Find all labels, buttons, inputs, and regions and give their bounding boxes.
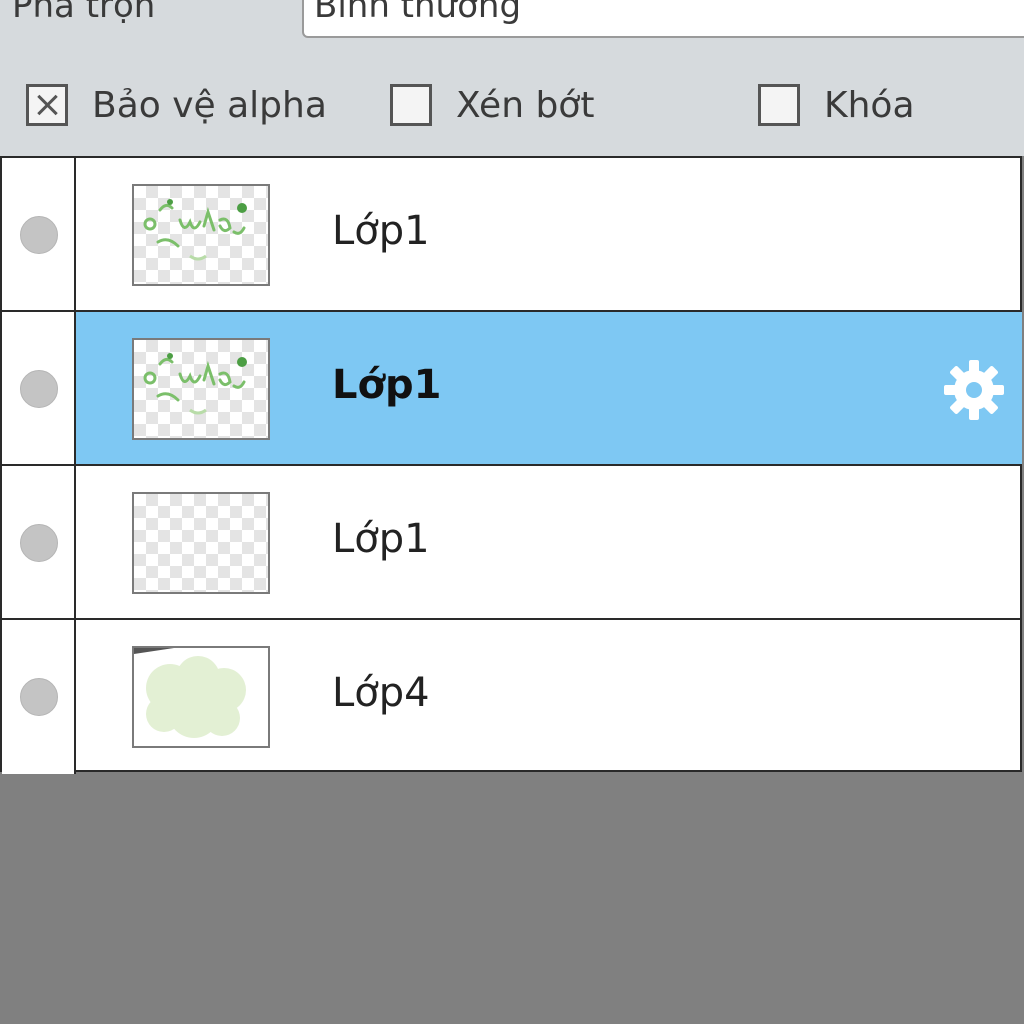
- light-green-blob-icon: [134, 648, 246, 738]
- layer-row-selected[interactable]: Lớp1: [2, 312, 1022, 466]
- blend-mode-select[interactable]: Bình thường: [302, 0, 1024, 38]
- layer-name[interactable]: Lớp1: [332, 362, 441, 408]
- gear-icon[interactable]: [940, 356, 1008, 424]
- layer-name[interactable]: Lớp1: [332, 208, 430, 254]
- visibility-column: [2, 158, 76, 310]
- checkbox-unchecked-icon[interactable]: [758, 84, 800, 126]
- clip-checkbox[interactable]: Xén bớt: [390, 80, 594, 130]
- layer-thumbnail: [132, 184, 270, 286]
- lock-checkbox[interactable]: Khóa: [758, 80, 915, 130]
- visibility-toggle-icon[interactable]: [20, 678, 58, 716]
- protect-alpha-label: Bảo vệ alpha: [92, 84, 327, 126]
- visibility-toggle-icon[interactable]: [20, 370, 58, 408]
- visibility-column: [2, 466, 76, 618]
- blend-mode-label: Pha trộn: [12, 0, 156, 26]
- layers-panel: Pha trộn Bình thường Bảo vệ alpha Xén bớ…: [0, 0, 1024, 1024]
- visibility-toggle-icon[interactable]: [20, 524, 58, 562]
- layer-row[interactable]: Lớp1: [2, 158, 1022, 312]
- layer-controls: Pha trộn Bình thường Bảo vệ alpha Xén bớ…: [0, 0, 1024, 156]
- protect-alpha-checkbox[interactable]: Bảo vệ alpha: [26, 80, 327, 130]
- visibility-column: [2, 312, 76, 464]
- lock-label: Khóa: [824, 84, 915, 126]
- green-text-sketch-icon: [143, 199, 247, 261]
- layer-main[interactable]: Lớp1: [76, 312, 1022, 464]
- green-text-sketch-icon: [143, 353, 247, 415]
- visibility-toggle-icon[interactable]: [20, 216, 58, 254]
- layer-row[interactable]: Lớp1: [2, 466, 1022, 620]
- clip-label: Xén bớt: [456, 84, 595, 126]
- layer-thumbnail: [132, 646, 270, 748]
- layer-main[interactable]: Lớp1: [76, 158, 1022, 310]
- layer-row[interactable]: Lớp4: [2, 620, 1022, 774]
- checkbox-checked-icon[interactable]: [26, 84, 68, 126]
- layer-main[interactable]: Lớp4: [76, 620, 1022, 774]
- visibility-column: [2, 620, 76, 774]
- checkbox-unchecked-icon[interactable]: [390, 84, 432, 126]
- layer-thumbnail-empty: [132, 492, 270, 594]
- layer-thumbnail: [132, 338, 270, 440]
- layer-list: Lớp1 Lớp1 Lớp1 Lớp4: [0, 156, 1022, 774]
- layer-name[interactable]: Lớp1: [332, 516, 430, 562]
- blend-mode-value: Bình thường: [314, 0, 522, 26]
- layer-name[interactable]: Lớp4: [332, 670, 430, 716]
- layer-main[interactable]: Lớp1: [76, 466, 1022, 618]
